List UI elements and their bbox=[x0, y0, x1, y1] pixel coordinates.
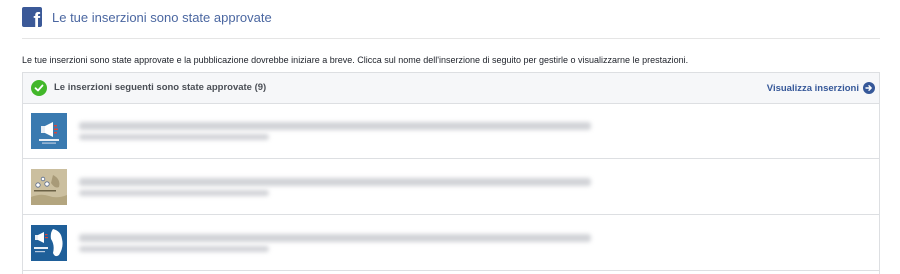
panel-title: Le inserzioni seguenti sono state approv… bbox=[54, 82, 267, 93]
ad-thumbnail[interactable] bbox=[31, 225, 67, 261]
ad-name-blurred bbox=[79, 234, 591, 242]
ad-thumbnail[interactable] bbox=[31, 169, 67, 205]
email-header: f Le tue inserzioni sono state approvate bbox=[22, 7, 880, 39]
ad-name-blurred bbox=[79, 122, 591, 130]
check-circle-icon bbox=[31, 80, 47, 96]
ad-details-blurred bbox=[79, 134, 269, 140]
view-ads-label[interactable]: Visualizza inserzioni bbox=[767, 83, 859, 94]
header-title: Le tue inserzioni sono state approvate bbox=[52, 10, 272, 25]
ad-thumbnail[interactable] bbox=[31, 113, 67, 149]
ad-row[interactable] bbox=[23, 160, 879, 215]
ad-name-blurred bbox=[79, 178, 591, 186]
intro-text: Le tue inserzioni sono state approvate e… bbox=[22, 55, 689, 65]
arrow-right-circle-icon[interactable] bbox=[863, 82, 875, 94]
ad-details-blurred bbox=[79, 246, 269, 252]
ad-details-blurred bbox=[79, 190, 269, 196]
view-ads-link[interactable]: Visualizza inserzioni bbox=[767, 81, 875, 95]
ad-row[interactable] bbox=[23, 104, 879, 159]
approved-ads-panel: Le inserzioni seguenti sono state approv… bbox=[22, 72, 880, 274]
facebook-logo-icon: f bbox=[22, 7, 42, 27]
panel-header: Le inserzioni seguenti sono state approv… bbox=[23, 73, 879, 104]
ad-row[interactable] bbox=[23, 216, 879, 271]
